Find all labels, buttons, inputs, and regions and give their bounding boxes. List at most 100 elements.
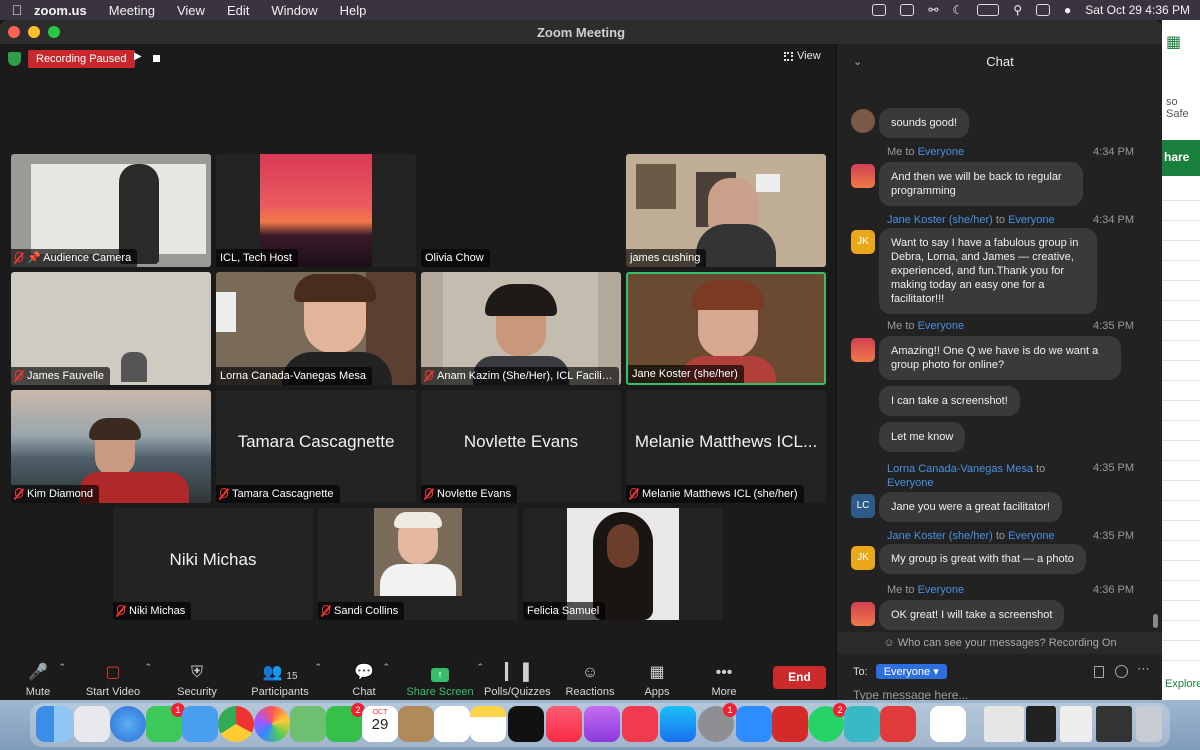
messages-icon[interactable]: 1: [146, 703, 185, 742]
window-thumbnail[interactable]: [1096, 706, 1132, 742]
more-button[interactable]: ••• More: [708, 656, 740, 700]
participant-tile-sandi-collins[interactable]: Sandi Collins: [318, 508, 518, 620]
menu-meeting[interactable]: Meeting: [109, 3, 155, 18]
menu-window[interactable]: Window: [271, 3, 317, 18]
menu-app-name[interactable]: zoom.us: [34, 3, 87, 18]
participant-tile-lorna[interactable]: Lorna Canada-Vanegas Mesa: [216, 272, 416, 385]
podcasts-icon[interactable]: [584, 706, 620, 742]
mail-icon[interactable]: [182, 706, 218, 742]
chat-message-input[interactable]: [853, 686, 1143, 700]
chat-button[interactable]: 💬 Chat ⌃: [348, 656, 390, 700]
share-screen-button[interactable]: ↑ Share Screen ⌃: [406, 656, 484, 700]
participant-tile-novlette-evans[interactable]: Novlette Evans Novlette Evans: [421, 390, 621, 503]
background-share-button[interactable]: hare: [1162, 140, 1200, 176]
appletv-icon[interactable]: [508, 706, 544, 742]
chat-scrollbar[interactable]: [1153, 614, 1158, 628]
view-button[interactable]: View: [784, 50, 821, 62]
launchpad-icon[interactable]: [74, 706, 110, 742]
notes-icon[interactable]: [470, 706, 506, 742]
participant-tile-niki-michas[interactable]: Niki Michas Niki Michas: [113, 508, 313, 620]
window-thumbnail[interactable]: [1026, 706, 1056, 742]
creative-cloud-icon[interactable]: [900, 4, 915, 16]
chat-timestamp: 4:36 PM: [1093, 584, 1134, 596]
share-chevron-icon[interactable]: ⌃: [476, 662, 484, 673]
file-icon[interactable]: [1094, 666, 1104, 678]
moon-icon[interactable]: ☾: [952, 3, 963, 17]
video-off-icon: ▢️: [105, 664, 121, 681]
appstore-icon[interactable]: [660, 706, 696, 742]
chat-avatar: LC: [851, 494, 875, 518]
contacts-icon[interactable]: [398, 706, 434, 742]
battery-icon[interactable]: [977, 4, 1000, 16]
safari-icon[interactable]: [110, 706, 146, 742]
polls-button[interactable]: ▎▐ Polls/Quizzes: [484, 656, 551, 700]
slack-icon[interactable]: [930, 706, 966, 742]
zoom-icon[interactable]: [736, 706, 772, 742]
apps-button[interactable]: ▦ Apps: [641, 656, 673, 700]
participant-tile-jane-koster[interactable]: Jane Koster (she/her): [626, 272, 826, 385]
start-video-label: Start Video: [85, 686, 141, 698]
recipient-select[interactable]: Everyone ▾: [875, 664, 947, 679]
reminders-icon[interactable]: [434, 706, 470, 742]
participant-tile-audience-camera[interactable]: 📌 Audience Camera: [11, 154, 211, 267]
chrome-icon[interactable]: [218, 706, 254, 742]
zoom-status-icon[interactable]: [872, 4, 887, 16]
control-center-icon[interactable]: [1036, 4, 1051, 16]
menu-edit[interactable]: Edit: [227, 3, 249, 18]
participant-tile-melanie-matthews[interactable]: Melanie Matthews ICL... Melanie Matthews…: [626, 390, 826, 503]
mute-button[interactable]: 🎤 Mute ⌃: [20, 656, 66, 700]
participant-tile-anam-kazim[interactable]: Anam Kazim (She/Her), ICL Facilitat...: [421, 272, 621, 385]
photos-icon[interactable]: [254, 706, 290, 742]
participants-chevron-icon[interactable]: ⌃: [314, 662, 322, 673]
participant-tile-felicia-samuel[interactable]: Felicia Samuel: [523, 508, 723, 620]
menu-help[interactable]: Help: [340, 3, 367, 18]
encryption-shield-icon[interactable]: [8, 52, 21, 66]
music-icon[interactable]: [546, 706, 582, 742]
chat-avatar: [851, 164, 875, 188]
finder-icon[interactable]: [36, 706, 72, 742]
participants-button[interactable]: 👥 15 Participants ⌃: [248, 656, 322, 700]
facetime-icon[interactable]: 2: [326, 703, 365, 742]
participant-tile-tamara-cascagnette[interactable]: Tamara Cascagnette Tamara Cascagnette: [216, 390, 416, 503]
news-icon[interactable]: [622, 706, 658, 742]
window-thumbnail[interactable]: [1060, 706, 1092, 742]
participant-tile-james-fauvelle[interactable]: James Fauvelle: [11, 272, 211, 385]
maps-icon[interactable]: [290, 706, 326, 742]
mic-muted-icon: [15, 488, 23, 498]
participant-tile-olivia-chow[interactable]: Olivia Chow: [421, 154, 621, 267]
video-options-chevron-icon[interactable]: ⌃: [144, 662, 152, 673]
apple-menu-icon[interactable]: : [0, 2, 34, 18]
settings-icon[interactable]: 1: [698, 703, 737, 742]
end-meeting-button[interactable]: End: [773, 666, 826, 689]
wifi-icon[interactable]: ⚯: [928, 3, 938, 17]
reactions-button[interactable]: ☺ Reactions: [564, 656, 616, 700]
whatsapp-icon[interactable]: 2: [808, 703, 847, 742]
emoji-icon[interactable]: [1115, 665, 1128, 678]
participant-tile-kim-diamond[interactable]: Kim Diamond: [11, 390, 211, 503]
chat-chevron-icon[interactable]: ⌃: [382, 662, 390, 673]
message-visibility-notice[interactable]: ☺ Who can see your messages? Recording O…: [837, 632, 1162, 654]
siri-icon[interactable]: ●: [1064, 3, 1071, 17]
participant-tile-icl-tech-host[interactable]: ICL, Tech Host: [216, 154, 416, 267]
audio-options-chevron-icon[interactable]: ⌃: [58, 662, 66, 673]
security-button[interactable]: ⛨ Security: [174, 656, 220, 700]
mute-label: Mute: [25, 686, 51, 698]
teams-icon[interactable]: [844, 706, 880, 742]
participant-display-name: Niki Michas: [169, 550, 257, 569]
participant-tile-james-cushing[interactable]: james cushing: [626, 154, 826, 267]
trash-icon[interactable]: [1136, 706, 1162, 742]
menu-view[interactable]: View: [177, 3, 205, 18]
calendar-icon[interactable]: OCT 29: [362, 706, 398, 742]
resume-recording-icon[interactable]: ▶: [134, 51, 142, 62]
acrobat2-icon[interactable]: [880, 706, 916, 742]
background-explore-button[interactable]: Explore: [1165, 678, 1200, 690]
acrobat-icon[interactable]: [772, 706, 808, 742]
menu-clock[interactable]: Sat Oct 29 4:36 PM: [1085, 3, 1190, 17]
polls-label: Polls/Quizzes: [484, 686, 551, 698]
shirt: [380, 564, 456, 596]
window-thumbnail[interactable]: [984, 706, 1024, 742]
stop-recording-icon[interactable]: [153, 55, 160, 62]
start-video-button[interactable]: ▢️ Start Video ⌃: [84, 656, 152, 700]
search-icon[interactable]: ⚲: [1013, 3, 1022, 17]
more-options-icon[interactable]: ⋯: [1137, 661, 1150, 677]
